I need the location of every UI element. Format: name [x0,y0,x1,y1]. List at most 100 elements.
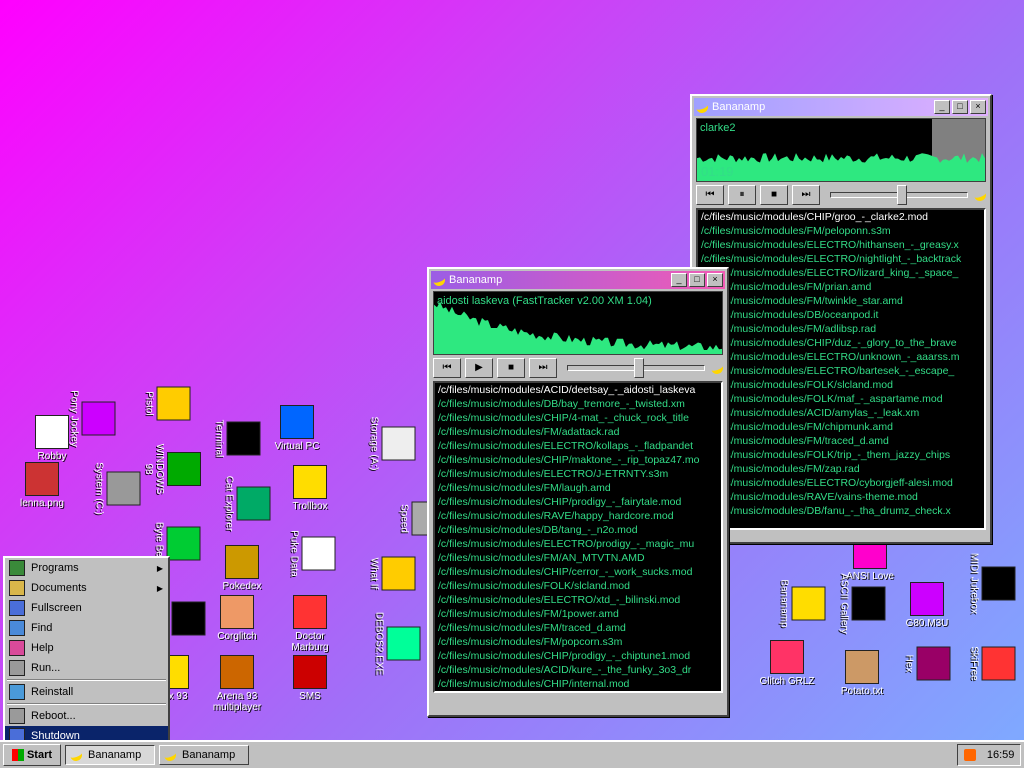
playlist-item[interactable]: /c/files/music/modules/FM/popcorn.s3m [435,635,721,649]
volume-slider[interactable] [567,358,705,378]
start-button[interactable]: Start [3,744,61,766]
playlist-item[interactable]: /c/files/music/modules/CHIP/cerror_-_wor… [435,565,721,579]
playlist-item[interactable]: /c/files/music/modules/ELECTRO/unknown_-… [698,350,984,364]
desktop-icon-cat-explorer[interactable]: Cat Explorer [224,472,271,536]
start-menu-item-documents[interactable]: Documents ▶ [5,578,168,598]
desktop-icon-storage-a-[interactable]: Storage (A:) [369,412,416,476]
prev-button[interactable]: ⏮ [696,185,724,205]
desktop-icon-virtual-pc[interactable]: Virtual PC [265,405,329,452]
playlist-item[interactable]: /c/files/music/modules/ELECTRO/cyborgjef… [698,476,984,490]
bananamp-window-front[interactable]: Bananamp _ □ × aidosti laskeva (FastTrac… [427,267,729,717]
next-button[interactable]: ⏭ [792,185,820,205]
desktop-icon-hex[interactable]: Hex [904,632,951,696]
playlist-item[interactable]: /c/files/music/modules/ELECTRO/hithansen… [698,238,984,252]
playlist-item[interactable]: /c/files/music/modules/FOLK/slcland.mod [435,579,721,593]
stop-button[interactable]: ■ [497,358,525,378]
minimize-button[interactable]: _ [934,100,950,114]
playlist-item[interactable]: /c/files/music/modules/FM/AN_MTVTN.AMD [435,551,721,565]
pause-button[interactable]: ⏸ [728,185,756,205]
desktop-icon-trollbox[interactable]: Trollbox [278,465,342,512]
playlist-item[interactable]: /c/files/music/modules/FOLK/maf_-_aspart… [698,392,984,406]
slider-thumb[interactable] [897,185,907,205]
playlist-item[interactable]: /c/files/music/modules/ELECTRO/lizard_ki… [698,266,984,280]
playlist-item[interactable]: /c/files/music/modules/CHIP/duz_-_glory_… [698,336,984,350]
playlist-item[interactable]: /c/files/music/modules/FOLK/slcland.mod [698,378,984,392]
desktop-icon-g80-m3u[interactable]: G80.M3U [895,582,959,629]
desktop-icon-puke-data[interactable]: Puke Data [289,522,336,586]
playlist-item[interactable]: /c/files/music/modules/ELECTRO/kollaps_-… [435,439,721,453]
desktop-icon-lenna-png[interactable]: lenna.png [10,462,74,509]
playlist-item[interactable]: /c/files/music/modules/ELECTRO/bartesek_… [698,364,984,378]
rss-icon[interactable] [963,749,976,761]
desktop-icon-bananamp[interactable]: Bananamp [779,572,826,636]
desktop-icon-skifree[interactable]: SkiFree [969,632,1016,696]
desktop-icon-debos2-exe[interactable]: DEBOS2.EXE [374,612,421,676]
title-bar[interactable]: Bananamp _ □ × [694,98,988,116]
playlist-item[interactable]: /c/files/music/modules/FM/zap.rad [698,462,984,476]
desktop-icon-midi-jukebox[interactable]: MIDI Jukebox [969,552,1016,616]
playlist-item[interactable]: /c/files/music/modules/DB/tang_-_n2o.mod [435,523,721,537]
playlist-item[interactable]: /c/files/music/modules/FM/peloponn.s3m [698,224,984,238]
playlist-item[interactable]: /c/files/music/modules/DB/oceanpod.it [698,308,984,322]
desktop-icon-terminal[interactable]: Terminal [214,407,261,471]
playlist-item[interactable]: /c/files/music/modules/FM/traced_d.amd [435,621,721,635]
playlist-item[interactable]: /c/files/music/modules/FM/traced_d.amd [698,434,984,448]
desktop-icon-what-if[interactable]: What If [369,542,416,606]
playlist-item[interactable]: /c/files/music/modules/FM/1power.amd [435,607,721,621]
start-menu-item-programs[interactable]: Programs ▶ [5,558,168,578]
playlist-item[interactable]: /c/files/music/modules/ELECTRO/J-ETRNTY.… [435,467,721,481]
playlist-item[interactable]: /c/files/music/modules/ACID/amylas_-_lea… [698,406,984,420]
desktop-icon-corglitch[interactable]: Corglitch [205,595,269,642]
playlist-item[interactable]: /c/files/music/modules/CHIP/prodigy_-_fa… [435,495,721,509]
close-button[interactable]: × [707,273,723,287]
desktop-icon-potato-txt[interactable]: Potato.txt [830,650,894,697]
playlist-item[interactable]: /c/files/music/modules/FOLK/trip_-_them_… [698,448,984,462]
playlist-item[interactable]: /c/files/music/modules/RAVE/happy_hardco… [435,509,721,523]
start-menu-item-reboot[interactable]: Reboot... [5,706,168,726]
playlist-item[interactable]: /c/files/music/modules/ACID/kure_-_the_f… [435,663,721,677]
title-bar[interactable]: Bananamp _ □ × [431,271,725,289]
maximize-button[interactable]: □ [952,100,968,114]
close-button[interactable]: × [970,100,986,114]
minimize-button[interactable]: _ [671,273,687,287]
playlist[interactable]: /c/files/music/modules/ACID/deetsay_-_ai… [433,381,723,693]
start-menu-item-shutdown[interactable]: Shutdown [5,726,168,740]
desktop-icon-doctor-marburg[interactable]: Doctor Marburg [278,595,342,653]
volume-slider[interactable] [830,185,968,205]
playlist-item[interactable]: /c/files/music/modules/CHIP/4-mat_-_chuc… [435,411,721,425]
playlist-item[interactable]: /c/files/music/modules/CHIP/groo_-_clark… [698,210,984,224]
playlist-item[interactable]: /c/files/music/modules/DB/fanu_-_tha_dru… [698,504,984,518]
start-menu[interactable]: Programs ▶ Documents ▶ Fullscreen Find Help Run… [3,556,170,740]
playlist-item[interactable]: /c/files/music/modules/FM/twinkle_star.a… [698,294,984,308]
taskbar-task-bananamp-2[interactable]: Bananamp [159,745,249,765]
desktop-icon-windows-98[interactable]: WINDOWS 98 [143,437,201,501]
playlist[interactable]: /c/files/music/modules/CHIP/groo_-_clark… [696,208,986,530]
desktop-icon-ascii-gallery[interactable]: ASCII Gallery [839,572,886,636]
playlist-item[interactable]: /c/files/music/modules/FM/laugh.amd [435,481,721,495]
playlist-item[interactable]: /c/files/music/modules/CHIP/internal.mod [435,677,721,691]
desktop-icon-pistol[interactable]: Pistol [144,372,191,436]
bananamp-window-back[interactable]: Bananamp _ □ × clarke2 01:19 ⏮ ⏸ ■ ⏭ /c/… [690,94,992,544]
playlist-item[interactable]: /c/files/music/modules/FM/adlibsp.rad [698,322,984,336]
start-menu-item-find[interactable]: Find [5,618,168,638]
playlist-item[interactable]: /c/files/music/modules/FM/prian.amd [698,280,984,294]
desktop-icon-robby[interactable]: Robby [20,415,84,462]
prev-button[interactable]: ⏮ [433,358,461,378]
playlist-item[interactable]: /c/files/music/modules/FM/chipmunk.amd [698,420,984,434]
playlist-item[interactable]: /c/files/music/modules/ACID/deetsay_-_ai… [435,383,721,397]
stop-button[interactable]: ■ [760,185,788,205]
playlist-item[interactable]: /c/files/music/modules/CHIP/maktone_-_ri… [435,453,721,467]
taskbar-task-bananamp-1[interactable]: Bananamp [65,745,155,765]
desktop-icon-glitch-grlz[interactable]: Glitch GRLZ [755,640,819,687]
desktop-icon-system-c-[interactable]: System (C:) [94,457,141,521]
playlist-item[interactable]: /c/files/music/modules/DB/bay_tremore_-_… [435,397,721,411]
start-menu-item-run[interactable]: Run... [5,658,168,678]
playlist-item[interactable]: /c/files/music/modules/RAVE/vains-theme.… [698,490,984,504]
playlist-item[interactable]: /c/files/music/modules/ELECTRO/xtd_-_bil… [435,593,721,607]
desktop-icon-pokedex[interactable]: Pokedex [210,545,274,592]
playlist-item[interactable]: /c/files/music/modules/ELECTRO/prodigy_-… [435,537,721,551]
next-button[interactable]: ⏭ [529,358,557,378]
start-menu-item-reinstall[interactable]: Reinstall [5,682,168,702]
playlist-item[interactable]: /c/files/music/modules/FM/adattack.rad [435,425,721,439]
desktop-icon-arena-93-multiplayer[interactable]: Arena 93 multiplayer [205,655,269,713]
